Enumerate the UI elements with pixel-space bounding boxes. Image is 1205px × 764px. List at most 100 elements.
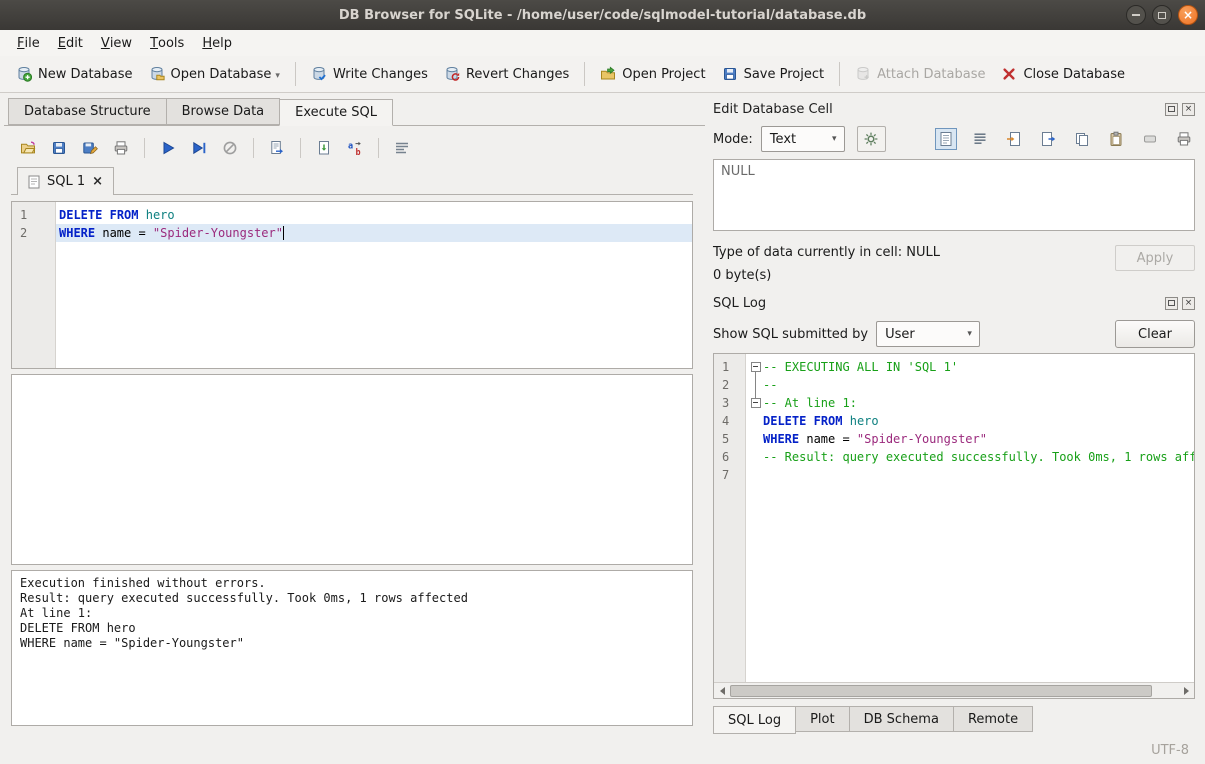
open-project-button[interactable]: Open Project	[592, 61, 713, 87]
sql-log-float-button[interactable]	[1165, 297, 1178, 310]
bottom-tab-sql-log[interactable]: SQL Log	[713, 706, 796, 734]
cell-settings-button[interactable]	[857, 126, 886, 152]
svg-text:a: a	[348, 142, 353, 152]
sql-doc-icon	[28, 175, 40, 189]
save-sql-file-button[interactable]	[48, 137, 70, 159]
new-database-icon	[16, 66, 32, 82]
menu-item-view[interactable]: View	[92, 30, 141, 56]
export-results-button[interactable]	[266, 137, 288, 159]
bottom-tab-remote[interactable]: Remote	[953, 706, 1033, 732]
save-project-label: Save Project	[744, 67, 825, 82]
open-database-button[interactable]: Open Database ▾	[141, 61, 288, 87]
open-results-button[interactable]	[313, 137, 335, 159]
menu-item-tools[interactable]: Tools	[141, 30, 193, 56]
sql-log-close-button[interactable]: ×	[1182, 297, 1195, 310]
open-results-icon	[316, 140, 332, 156]
write-changes-button[interactable]: Write Changes	[303, 61, 436, 87]
log-horizontal-scrollbar[interactable]	[714, 682, 1194, 698]
cell-value-editor[interactable]: NULL	[713, 159, 1195, 231]
log-filter-select[interactable]: User ▾	[876, 321, 980, 347]
edit-cell-float-button[interactable]	[1165, 103, 1178, 116]
new-database-button[interactable]: New Database	[8, 61, 141, 87]
open-sql-file-icon	[20, 140, 36, 156]
cell-type-info: Type of data currently in cell: NULL	[713, 241, 1115, 264]
print-icon	[1176, 131, 1192, 147]
clear-log-button[interactable]: Clear	[1115, 320, 1195, 348]
mode-value: Text	[770, 132, 796, 147]
paste-cell-button[interactable]	[1105, 128, 1127, 150]
mode-select[interactable]: Text ▾	[761, 126, 845, 152]
word-wrap-icon	[972, 131, 988, 147]
execute-current-line-button[interactable]	[188, 137, 210, 159]
edit-cell-title: Edit Database Cell	[713, 102, 1161, 117]
find-replace-button[interactable]: ab	[344, 137, 366, 159]
word-wrap-button[interactable]	[969, 128, 991, 150]
chevron-down-icon: ▾	[960, 322, 979, 346]
execute-all-button[interactable]	[157, 137, 179, 159]
sql-tab-sql1[interactable]: SQL 1 ×	[17, 167, 114, 195]
attach-database-label: Attach Database	[877, 67, 985, 82]
open-database-icon	[149, 66, 165, 82]
bottom-tab-db-schema[interactable]: DB Schema	[849, 706, 954, 732]
scroll-right-arrow-icon[interactable]	[1178, 683, 1194, 698]
close-button[interactable]: ×	[1178, 5, 1198, 25]
menu-item-file[interactable]: File	[8, 30, 49, 56]
main-area: Database Structure Browse Data Execute S…	[0, 93, 1205, 736]
save-project-button[interactable]: Save Project	[714, 61, 833, 87]
print-cell-button[interactable]	[1173, 128, 1195, 150]
bottom-tab-plot[interactable]: Plot	[795, 706, 850, 732]
sql-tab-close-icon[interactable]: ×	[92, 175, 103, 188]
write-changes-label: Write Changes	[333, 67, 428, 82]
close-database-button[interactable]: Close Database	[993, 61, 1133, 87]
minimize-icon	[1132, 14, 1140, 16]
menu-item-help[interactable]: Help	[193, 30, 241, 56]
set-null-icon	[1142, 131, 1158, 147]
stop-icon	[222, 140, 238, 156]
execute-all-icon	[160, 140, 176, 156]
auto-format-button[interactable]	[391, 137, 413, 159]
save-sql-file-as-button[interactable]	[79, 137, 101, 159]
tab-execute-sql[interactable]: Execute SQL	[279, 99, 393, 126]
main-tab-bar: Database Structure Browse Data Execute S…	[4, 98, 705, 126]
execute-sql-panel: ab SQL 1 × 12 DELETE FROM heroWHERE name…	[4, 126, 705, 736]
open-database-label: Open Database	[171, 67, 272, 82]
window-controls: ×	[1126, 5, 1198, 25]
write-changes-icon	[311, 66, 327, 82]
revert-changes-button[interactable]: Revert Changes	[436, 61, 577, 87]
scrollbar-track[interactable]	[1152, 685, 1178, 697]
print-icon	[113, 140, 129, 156]
import-cell-data-button[interactable]	[1003, 128, 1025, 150]
sql-editor[interactable]: 12 DELETE FROM heroWHERE name = "Spider-…	[11, 201, 693, 369]
menu-item-edit[interactable]: Edit	[49, 30, 92, 56]
open-database-dropdown-icon[interactable]: ▾	[275, 71, 280, 82]
open-sql-file-button[interactable]	[17, 137, 39, 159]
cell-value: NULL	[721, 164, 755, 179]
main-toolbar: New Database Open Database ▾ Write Chang…	[0, 56, 1205, 93]
sql-toolbar: ab	[11, 132, 693, 164]
tab-execute-sql-label: Execute SQL	[295, 105, 377, 120]
toolbar-separator	[584, 62, 585, 86]
log-bottom-tabs: SQL LogPlotDB SchemaRemote	[713, 706, 1195, 736]
export-cell-data-button[interactable]	[1037, 128, 1059, 150]
edit-cell-close-button[interactable]: ×	[1182, 103, 1195, 116]
tab-database-structure[interactable]: Database Structure	[8, 98, 167, 125]
minimize-button[interactable]	[1126, 5, 1146, 25]
text-mode-button[interactable]	[935, 128, 957, 150]
maximize-button[interactable]	[1152, 5, 1172, 25]
scroll-left-arrow-icon[interactable]	[714, 683, 730, 698]
sql-toolbar-separator	[300, 138, 301, 158]
toolbar-separator	[839, 62, 840, 86]
copy-cell-button[interactable]	[1071, 128, 1093, 150]
scrollbar-thumb[interactable]	[730, 685, 1152, 697]
stop-execution-button	[219, 137, 241, 159]
svg-text:b: b	[356, 148, 361, 156]
set-null-button[interactable]	[1139, 128, 1161, 150]
tab-browse-data[interactable]: Browse Data	[166, 98, 281, 125]
app-window: DB Browser for SQLite - /home/user/code/…	[0, 0, 1205, 764]
close-database-label: Close Database	[1023, 67, 1125, 82]
sql-log-controls: Show SQL submitted by User ▾ Clear	[713, 315, 1195, 353]
text-document-icon	[938, 131, 954, 147]
mode-label: Mode:	[713, 132, 753, 147]
print-button[interactable]	[110, 137, 132, 159]
revert-changes-label: Revert Changes	[466, 67, 569, 82]
